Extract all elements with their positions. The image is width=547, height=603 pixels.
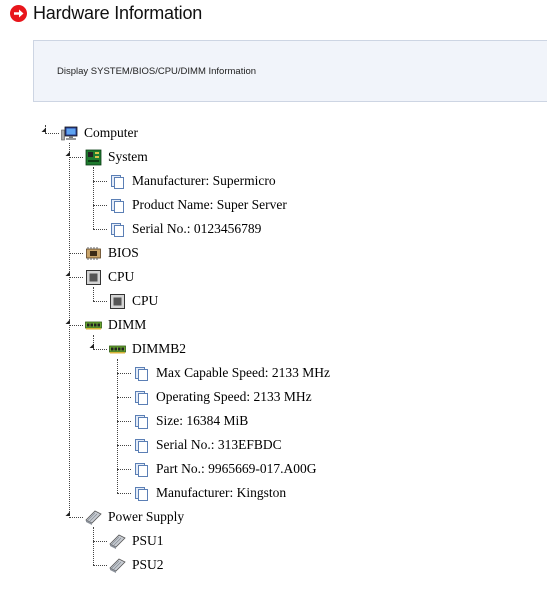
tree-leaf-psu1[interactable]: PSU1 [109, 531, 164, 551]
tree-connector [117, 397, 131, 398]
tree-leaf-psu2[interactable]: PSU2 [109, 555, 164, 575]
tree-connector [93, 349, 107, 350]
memory-icon [85, 317, 102, 334]
tree-connector [93, 181, 107, 182]
tree-node-cpu[interactable]: CPU [85, 267, 134, 287]
tree-connector [117, 493, 131, 494]
chip-icon [85, 245, 102, 262]
tree-node-label: Power Supply [108, 509, 185, 524]
collapse-toggle-icon[interactable] [65, 511, 70, 516]
document-icon [109, 197, 126, 214]
tree-node-label: DIMM [108, 317, 147, 332]
tree-connector [117, 421, 131, 422]
power-supply-icon [85, 509, 102, 526]
tree-connector [117, 373, 131, 374]
tree-node-label: BIOS [108, 245, 139, 260]
tree-node-computer[interactable]: Computer [61, 123, 138, 143]
tree-leaf-label: Manufacturer: Supermicro [132, 173, 276, 188]
tree-connector [69, 517, 83, 518]
tree-leaf-dimm-part-no[interactable]: Part No.: 9965669-017.A00G [133, 459, 317, 479]
tree-leaf-label: Serial No.: 313EFBDC [156, 437, 282, 452]
tree-node-label: CPU [108, 269, 135, 284]
document-icon [133, 365, 150, 382]
tree-connector [69, 277, 83, 278]
document-icon [133, 485, 150, 502]
tree-connector [93, 287, 94, 301]
tree-leaf-label: Product Name: Super Server [132, 197, 287, 212]
tree-connector [93, 167, 94, 229]
tree-connector [93, 527, 94, 565]
tree-node-label: DIMMB2 [132, 341, 187, 356]
tree-connector [93, 205, 107, 206]
tree-connector [69, 157, 83, 158]
tree-connector [117, 445, 131, 446]
tree-node-dimm[interactable]: DIMM [85, 315, 146, 335]
tree-connector [45, 133, 59, 134]
tree-leaf-dimm-max-speed[interactable]: Max Capable Speed: 2133 MHz [133, 363, 330, 383]
tree-leaf-label: Part No.: 9965669-017.A00G [156, 461, 317, 476]
power-supply-icon [109, 557, 126, 574]
tree-leaf-dimm-operating-speed[interactable]: Operating Speed: 2133 MHz [133, 387, 312, 407]
cpu-icon [109, 293, 126, 310]
collapse-toggle-icon[interactable] [89, 343, 94, 348]
tree-connector [117, 469, 131, 470]
document-icon [133, 389, 150, 406]
tree-leaf-label: Max Capable Speed: 2133 MHz [156, 365, 330, 380]
tree-leaf-dimm-serial[interactable]: Serial No.: 313EFBDC [133, 435, 282, 455]
power-supply-icon [109, 533, 126, 550]
tree-leaf-label: PSU1 [132, 533, 164, 548]
cpu-icon [85, 269, 102, 286]
tree-leaf-dimm-size[interactable]: Size: 16384 MiB [133, 411, 248, 431]
tree-leaf-label: CPU [132, 293, 159, 308]
tree-leaf-label: Serial No.: 0123456789 [132, 221, 262, 236]
document-icon [133, 437, 150, 454]
tree-connector [117, 359, 118, 493]
collapse-toggle-icon[interactable] [41, 127, 46, 132]
tree-connector [93, 565, 107, 566]
tree-leaf-system-product-name[interactable]: Product Name: Super Server [109, 195, 287, 215]
tree-node-power-supply[interactable]: Power Supply [85, 507, 184, 527]
collapse-toggle-icon[interactable] [65, 151, 70, 156]
tree-leaf-label: Size: 16384 MiB [156, 413, 249, 428]
tree-connector [69, 143, 70, 518]
collapse-toggle-icon[interactable] [65, 319, 70, 324]
tree-node-label: Computer [84, 125, 138, 140]
memory-icon [109, 341, 126, 358]
tree-leaf-dimm-manufacturer[interactable]: Manufacturer: Kingston [133, 483, 286, 503]
hardware-tree: Computer System Manufacturer: Supermicro… [0, 0, 547, 603]
tree-node-label: System [108, 149, 148, 164]
tree-connector [69, 325, 83, 326]
tree-leaf-system-manufacturer[interactable]: Manufacturer: Supermicro [109, 171, 276, 191]
collapse-toggle-icon[interactable] [65, 271, 70, 276]
document-icon [109, 173, 126, 190]
tree-leaf-label: Operating Speed: 2133 MHz [156, 389, 312, 404]
document-icon [133, 461, 150, 478]
document-icon [133, 413, 150, 430]
tree-leaf-cpu[interactable]: CPU [109, 291, 158, 311]
tree-leaf-system-serial[interactable]: Serial No.: 0123456789 [109, 219, 261, 239]
tree-leaf-label: Manufacturer: Kingston [156, 485, 287, 500]
tree-connector [93, 229, 107, 230]
tree-connector [93, 541, 107, 542]
document-icon [109, 221, 126, 238]
tree-node-system[interactable]: System [85, 147, 148, 167]
motherboard-icon [85, 149, 102, 166]
tree-connector [93, 301, 107, 302]
computer-icon [61, 125, 78, 142]
tree-node-bios[interactable]: BIOS [85, 243, 139, 263]
tree-leaf-label: PSU2 [132, 557, 164, 572]
tree-connector [69, 253, 83, 254]
tree-node-dimmb2[interactable]: DIMMB2 [109, 339, 186, 359]
